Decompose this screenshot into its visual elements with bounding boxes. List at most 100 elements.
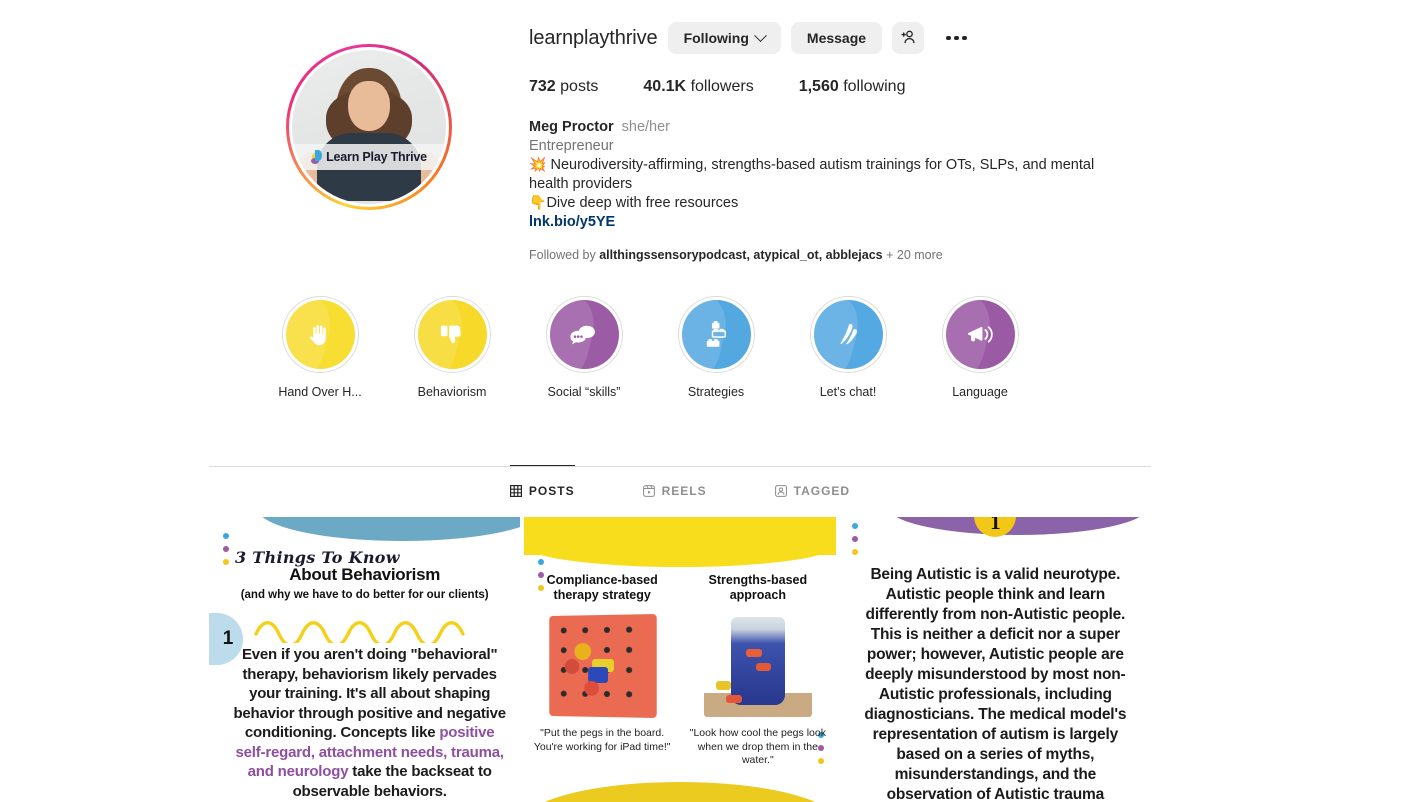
highlight-cover — [945, 300, 1015, 369]
followed-by-suffix[interactable]: + 20 more — [883, 248, 943, 262]
bio-pronouns: she/her — [621, 119, 670, 135]
highlight-label: Language — [952, 385, 1008, 399]
bio-category: Entrepreneur — [529, 137, 614, 154]
post2-right-column: Strengths-based approach "Look how cool … — [680, 573, 836, 768]
bio-name-line: Meg Proctor she/her — [529, 118, 1129, 137]
post1-squiggle — [254, 617, 504, 648]
post-thumbnail[interactable]: 3 Things To Know About Behaviorism (and … — [209, 517, 521, 802]
speech-bubbles-icon — [569, 320, 599, 350]
posts-stat: 732 posts — [529, 78, 598, 96]
more-options-button[interactable] — [940, 35, 973, 41]
post1-swoosh — [257, 517, 521, 541]
instagram-profile-page: Learn Play Thrive learnplaythrive Follow… — [0, 0, 1427, 802]
highlight-ring — [545, 296, 623, 373]
post1-dots — [223, 533, 229, 565]
highlight-behaviorism[interactable]: Behaviorism — [386, 296, 518, 399]
post2-columns: Compliance-based therapy strategy "Put t… — [524, 573, 835, 768]
following-button[interactable]: Following — [667, 22, 781, 54]
more-options-icon — [962, 35, 967, 41]
avatar-logo-banner: Learn Play Thrive — [292, 143, 446, 170]
highlight-label: Let's chat! — [819, 385, 877, 399]
bio-link[interactable]: lnk.bio/y5YE — [529, 214, 615, 230]
pointing-down-emoji-icon: 👇 — [529, 194, 547, 210]
highlight-language[interactable]: Language — [914, 296, 1046, 399]
pegboard-image — [549, 614, 657, 718]
profile-info-column: learnplaythrive Following Message 732 po… — [529, 0, 1151, 263]
highlight-cover — [681, 300, 751, 369]
reels-icon — [642, 485, 655, 497]
post3-purple-banner — [887, 517, 1148, 535]
tagged-icon — [774, 485, 787, 497]
post2-left-column: Compliance-based therapy strategy "Put t… — [524, 573, 680, 768]
post3-dots — [851, 523, 858, 555]
add-person-icon — [899, 28, 917, 49]
learn-play-thrive-logo-icon — [311, 149, 324, 164]
jar-body — [730, 617, 785, 705]
bio-line-2: 👇Dive deep with free resources — [529, 193, 1129, 213]
sparkle-emoji-icon: 💥 — [529, 156, 547, 172]
username-row: learnplaythrive Following Message — [529, 18, 1151, 58]
followed-by-names[interactable]: allthingssensorypodcast, atypical_ot, ab… — [599, 248, 882, 262]
bio-line-1: 💥 Neurodiversity-affirming, strengths-ba… — [529, 155, 1129, 193]
post1-body: Even if you aren't doing "behavioral" th… — [231, 645, 508, 801]
tab-posts[interactable]: POSTS — [509, 465, 575, 510]
following-label: following — [843, 78, 906, 95]
followed-by-prefix: Followed by — [529, 248, 600, 262]
followers-count: 40.1K — [643, 78, 687, 95]
post-thumbnail[interactable]: Compliance-based therapy strategy "Put t… — [524, 517, 836, 802]
profile-bio: Meg Proctor she/her Entrepreneur 💥 Neuro… — [529, 118, 1129, 231]
profile-header: Learn Play Thrive learnplaythrive Follow… — [209, 0, 1151, 263]
followed-by: Followed by allthingssensorypodcast, aty… — [529, 247, 1151, 263]
post1-title: About Behaviorism — [289, 565, 441, 584]
tab-reels-label: REELS — [661, 484, 707, 498]
following-button-label: Following — [683, 30, 749, 46]
tab-reels[interactable]: REELS — [642, 465, 707, 510]
bio-line-1-text: Neurodiversity-affirming, strengths-base… — [529, 157, 1095, 192]
post2-bottom-banner — [524, 782, 836, 802]
highlight-label: Hand Over H... — [278, 385, 362, 399]
tab-tagged-label: TAGGED — [793, 484, 851, 498]
highlight-strategies[interactable]: Strategies — [650, 296, 782, 399]
highlight-label: Social “skills” — [547, 385, 621, 399]
following-count: 1,560 — [798, 78, 839, 95]
profile-tabs: POSTS REELS TAGGED — [209, 465, 1151, 510]
add-person-button[interactable] — [892, 22, 925, 54]
avatar-story-ring[interactable]: Learn Play Thrive — [286, 44, 452, 210]
posts-grid: 3 Things To Know About Behaviorism (and … — [209, 517, 1151, 802]
story-highlights: Hand Over H... Behaviorism Social “skill… — [209, 296, 1151, 399]
hand-icon — [305, 320, 335, 350]
highlight-ring — [809, 296, 887, 373]
post2-left-caption: "Put the pegs in the board. You're worki… — [533, 727, 671, 753]
highlight-ring — [941, 296, 1019, 373]
message-button[interactable]: Message — [790, 22, 883, 54]
tab-tagged[interactable]: TAGGED — [774, 465, 851, 510]
highlight-hand-over-hand[interactable]: Hand Over H... — [254, 296, 386, 399]
post2-right-heading: Strengths-based approach — [708, 573, 808, 602]
jar-image — [703, 615, 812, 717]
tab-posts-label: POSTS — [528, 484, 575, 498]
more-options-icon — [954, 35, 959, 41]
avatar[interactable]: Learn Play Thrive — [292, 50, 446, 204]
highlight-ring — [677, 296, 755, 373]
highlight-lets-chat[interactable]: Let's chat! — [782, 296, 914, 399]
highlight-cover — [813, 300, 883, 369]
avatar-face — [348, 80, 390, 131]
post2-left-heading: Compliance-based therapy strategy — [546, 573, 658, 602]
more-options-icon — [946, 35, 951, 41]
profile-stats: 732 posts 40.1K followers 1,560 followin… — [529, 78, 1151, 96]
wave-icon — [834, 321, 862, 349]
message-button-label: Message — [806, 30, 867, 46]
highlight-ring — [413, 296, 491, 373]
highlight-ring — [281, 296, 359, 373]
post-thumbnail[interactable]: 1 Being Autistic is a valid neurotype. A… — [839, 517, 1151, 802]
highlight-social-skills[interactable]: Social “skills” — [518, 296, 650, 399]
highlight-label: Behaviorism — [417, 385, 487, 399]
highlight-cover — [285, 300, 355, 369]
following-stat[interactable]: 1,560 following — [799, 78, 906, 96]
post2-right-caption: "Look how cool the pegs look when we dro… — [689, 727, 826, 766]
post3-body: Being Autistic is a valid neurotype. Aut… — [864, 566, 1127, 802]
bio-line-2-text: Dive deep with free resources — [546, 195, 739, 211]
posts-label: posts — [560, 78, 599, 95]
followers-stat[interactable]: 40.1K followers — [643, 78, 753, 96]
highlight-cover — [417, 300, 487, 369]
